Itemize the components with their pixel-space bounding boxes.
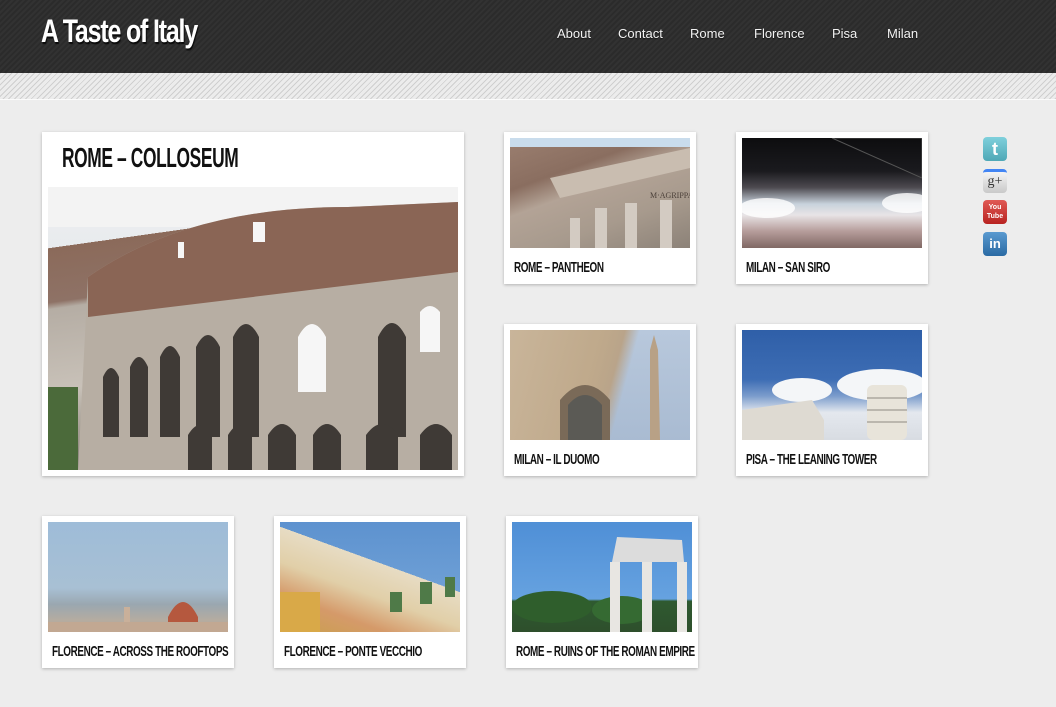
gallery-card[interactable]: Milan – Il Duomo <box>504 324 696 476</box>
ponte-vecchio-shops-illustration <box>280 577 455 632</box>
gallery-caption[interactable]: Pisa – The Leaning Tower <box>746 451 877 468</box>
gallery-card[interactable]: Pisa – The Leaning Tower <box>736 324 928 476</box>
stadium-lights-illustration <box>742 138 922 218</box>
leaning-tower-photo[interactable] <box>742 330 922 440</box>
temple-columns-illustration <box>512 537 687 632</box>
cathedral-window-illustration <box>560 335 660 440</box>
colosseum-arches-illustration <box>48 187 458 470</box>
nav-item-milan[interactable]: Milan <box>887 26 918 41</box>
florence-rooftops-photo[interactable] <box>48 522 228 632</box>
gallery-caption[interactable]: Florence – Across the Rooftops <box>52 643 229 660</box>
site-header: A Taste of Italy About Contact Rome Flor… <box>0 0 1056 73</box>
leaning-tower-illustration <box>742 369 922 440</box>
colosseum-photo[interactable] <box>48 187 458 470</box>
nav-item-florence[interactable]: Florence <box>754 26 805 41</box>
nav-item-contact[interactable]: Contact <box>618 26 663 41</box>
header-stripe-divider <box>0 73 1056 100</box>
nav-item-about[interactable]: About <box>557 26 591 41</box>
roman-ruins-photo[interactable] <box>512 522 692 632</box>
gallery-card[interactable]: Milan – San Siro <box>736 132 928 284</box>
gallery-caption[interactable]: Milan – Il Duomo <box>514 451 600 468</box>
gallery-card[interactable]: M·AGRIPPA Rome – Pantheon <box>504 132 696 284</box>
nav-item-rome[interactable]: Rome <box>690 26 725 41</box>
gallery-caption[interactable]: Rome – Ruins of the Roman Empire <box>516 643 695 660</box>
gallery-caption[interactable]: Florence – Ponte Vecchio <box>284 643 422 660</box>
pantheon-columns-illustration: M·AGRIPPA <box>550 148 690 248</box>
florence-dome-illustration <box>48 602 228 632</box>
ponte-vecchio-photo[interactable] <box>280 522 460 632</box>
gallery-caption[interactable]: Rome – Pantheon <box>514 259 604 276</box>
youtube-icon[interactable]: You Tube <box>983 200 1007 224</box>
gallery-card[interactable]: Rome – Ruins of the Roman Empire <box>506 516 698 668</box>
featured-caption[interactable]: Rome – Colloseum <box>62 142 239 174</box>
gallery-card[interactable]: Florence – Across the Rooftops <box>42 516 234 668</box>
svg-text:M·AGRIPPA: M·AGRIPPA <box>650 191 690 200</box>
twitter-icon[interactable]: t <box>983 137 1007 161</box>
linkedin-icon[interactable]: in <box>983 232 1007 256</box>
nav-item-pisa[interactable]: Pisa <box>832 26 857 41</box>
google-plus-icon[interactable]: g+ <box>983 169 1007 193</box>
featured-card[interactable]: Rome – Colloseum <box>42 132 464 476</box>
main-nav: About Contact Rome Florence Pisa Milan <box>0 26 1056 46</box>
gallery-card[interactable]: Florence – Ponte Vecchio <box>274 516 466 668</box>
san-siro-photo[interactable] <box>742 138 922 248</box>
pantheon-photo[interactable]: M·AGRIPPA <box>510 138 690 248</box>
gallery-caption[interactable]: Milan – San Siro <box>746 259 830 276</box>
duomo-milan-photo[interactable] <box>510 330 690 440</box>
